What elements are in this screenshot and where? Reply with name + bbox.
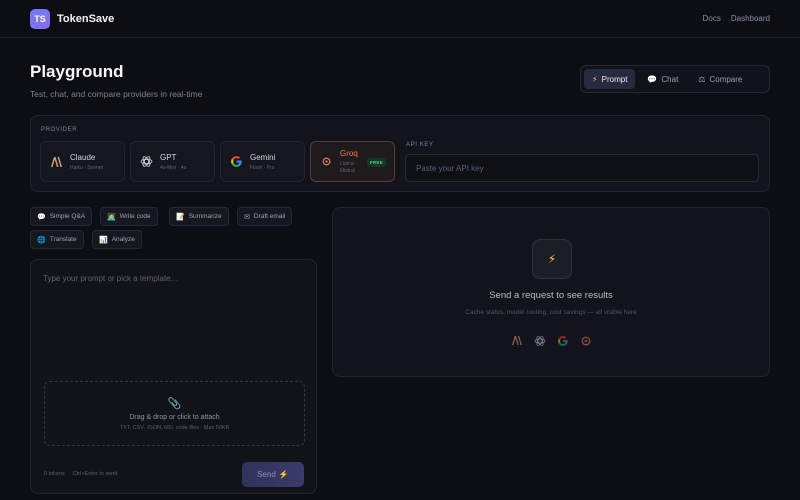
speech-bubble-icon: 💬 (37, 213, 46, 221)
template-label: Summarize (188, 213, 222, 220)
app-name[interactable]: TokenSave (57, 13, 114, 25)
provider-name: Claude (70, 152, 96, 162)
template-label: Draft email (253, 213, 286, 220)
dropzone-label: Drag & drop or click to attach (129, 413, 220, 421)
file-dropzone[interactable]: 📎 Drag & drop or click to attach TXT, CS… (44, 381, 305, 446)
globe-icon: 🌐 (37, 236, 46, 244)
send-button[interactable]: Send ⚡ (242, 462, 304, 487)
provider-section-label: PROVIDER (41, 127, 78, 133)
prompt-input[interactable] (43, 274, 305, 369)
token-count: 0 tokens (44, 471, 65, 477)
provider-option-groq[interactable]: Groq Llama · Mistral FREE (310, 141, 395, 182)
tab-prompt[interactable]: ⚡ Prompt (584, 69, 636, 89)
template-write-code[interactable]: 🧑‍💻 Write code (100, 207, 158, 226)
provider-models: Llama · (340, 161, 357, 167)
technologist-icon: 🧑‍💻 (107, 213, 116, 221)
openai-icon (139, 155, 153, 169)
template-analyze[interactable]: 📊 Analyze (92, 230, 142, 249)
lightning-icon: ⚡ (532, 239, 572, 279)
provider-option-claude[interactable]: Claude Haiku · Sonnet (40, 141, 125, 182)
bar-chart-icon: 📊 (99, 236, 108, 244)
template-summarize[interactable]: 📝 Summarize (169, 207, 229, 226)
results-panel: ⚡ Send a request to see results Cache st… (332, 207, 770, 377)
results-empty-title: Send a request to see results (489, 290, 613, 301)
tab-compare[interactable]: ⚖ Compare (690, 69, 750, 89)
template-simple-qa[interactable]: 💬 Simple Q&A (30, 207, 93, 226)
groq-icon (319, 155, 333, 169)
mode-tabs: ⚡ Prompt 💬 Chat ⚖ Compare (580, 65, 770, 93)
tab-prompt-label: Prompt (601, 74, 628, 84)
template-translate[interactable]: 🌐 Translate (30, 230, 84, 249)
anthropic-icon (49, 155, 63, 169)
provider-name: Gemini (250, 152, 276, 162)
results-empty-subtitle: Cache status, model routing, cost saving… (465, 309, 637, 316)
page-title: Playground (30, 62, 124, 81)
provider-logo-row (333, 334, 769, 347)
anthropic-icon (510, 334, 523, 347)
page-subtitle: Test, chat, and compare providers in rea… (30, 89, 203, 99)
template-label: Analyze (111, 236, 135, 243)
top-bar: TS TokenSave Docs Dashboard (0, 0, 800, 38)
google-icon (229, 155, 243, 169)
nav-docs-link[interactable]: Docs (703, 14, 721, 23)
tab-chat-label: Chat (661, 74, 679, 84)
template-draft-email[interactable]: ✉ Draft email (237, 207, 293, 226)
free-badge: FREE (366, 158, 386, 167)
app-logo[interactable]: TS (30, 8, 50, 29)
memo-icon: 📝 (176, 213, 185, 221)
groq-icon (579, 334, 592, 347)
envelope-icon: ✉ (244, 213, 250, 221)
provider-option-gemini[interactable]: Gemini Flash · Pro (220, 141, 305, 182)
nav-dashboard-link[interactable]: Dashboard (731, 14, 770, 23)
lightning-icon: ⚡ (278, 470, 289, 479)
provider-models: Mistral (340, 168, 355, 174)
send-label: Send (257, 470, 276, 479)
provider-models: Haiku · Sonnet (70, 164, 104, 171)
provider-models: Flash · Pro (250, 164, 275, 171)
speech-bubble-icon: 💬 (647, 74, 658, 84)
provider-models: 4o-Mini · 4o (160, 164, 187, 171)
dropzone-hint: TXT, CSV, JSON, MD, code files · Max 50K… (119, 424, 230, 431)
prompt-panel: 📎 Drag & drop or click to attach TXT, CS… (30, 259, 317, 494)
api-key-label: API KEY (406, 142, 434, 148)
openai-icon (533, 334, 546, 347)
google-icon (556, 334, 569, 347)
template-label: Write code (119, 213, 151, 220)
top-nav: Docs Dashboard (703, 14, 770, 23)
provider-name: Groq (340, 149, 358, 158)
api-key-input[interactable] (405, 154, 759, 182)
shortcut-hint: Ctrl+Enter to send (72, 471, 118, 477)
paperclip-icon: 📎 (167, 397, 182, 410)
tab-chat[interactable]: 💬 Chat (639, 69, 686, 89)
provider-panel: PROVIDER Claude Haiku · Sonnet GPT 4o-Mi… (30, 115, 770, 192)
provider-name: GPT (160, 152, 177, 162)
lightning-icon: ⚡ (592, 74, 598, 84)
template-label: Translate (49, 236, 77, 243)
prompt-footer: 0 tokens Ctrl+Enter to send (44, 471, 117, 477)
tab-compare-label: Compare (709, 74, 743, 84)
template-label: Simple Q&A (49, 213, 86, 220)
balance-scale-icon: ⚖ (698, 74, 706, 84)
provider-option-gpt[interactable]: GPT 4o-Mini · 4o (130, 141, 215, 182)
